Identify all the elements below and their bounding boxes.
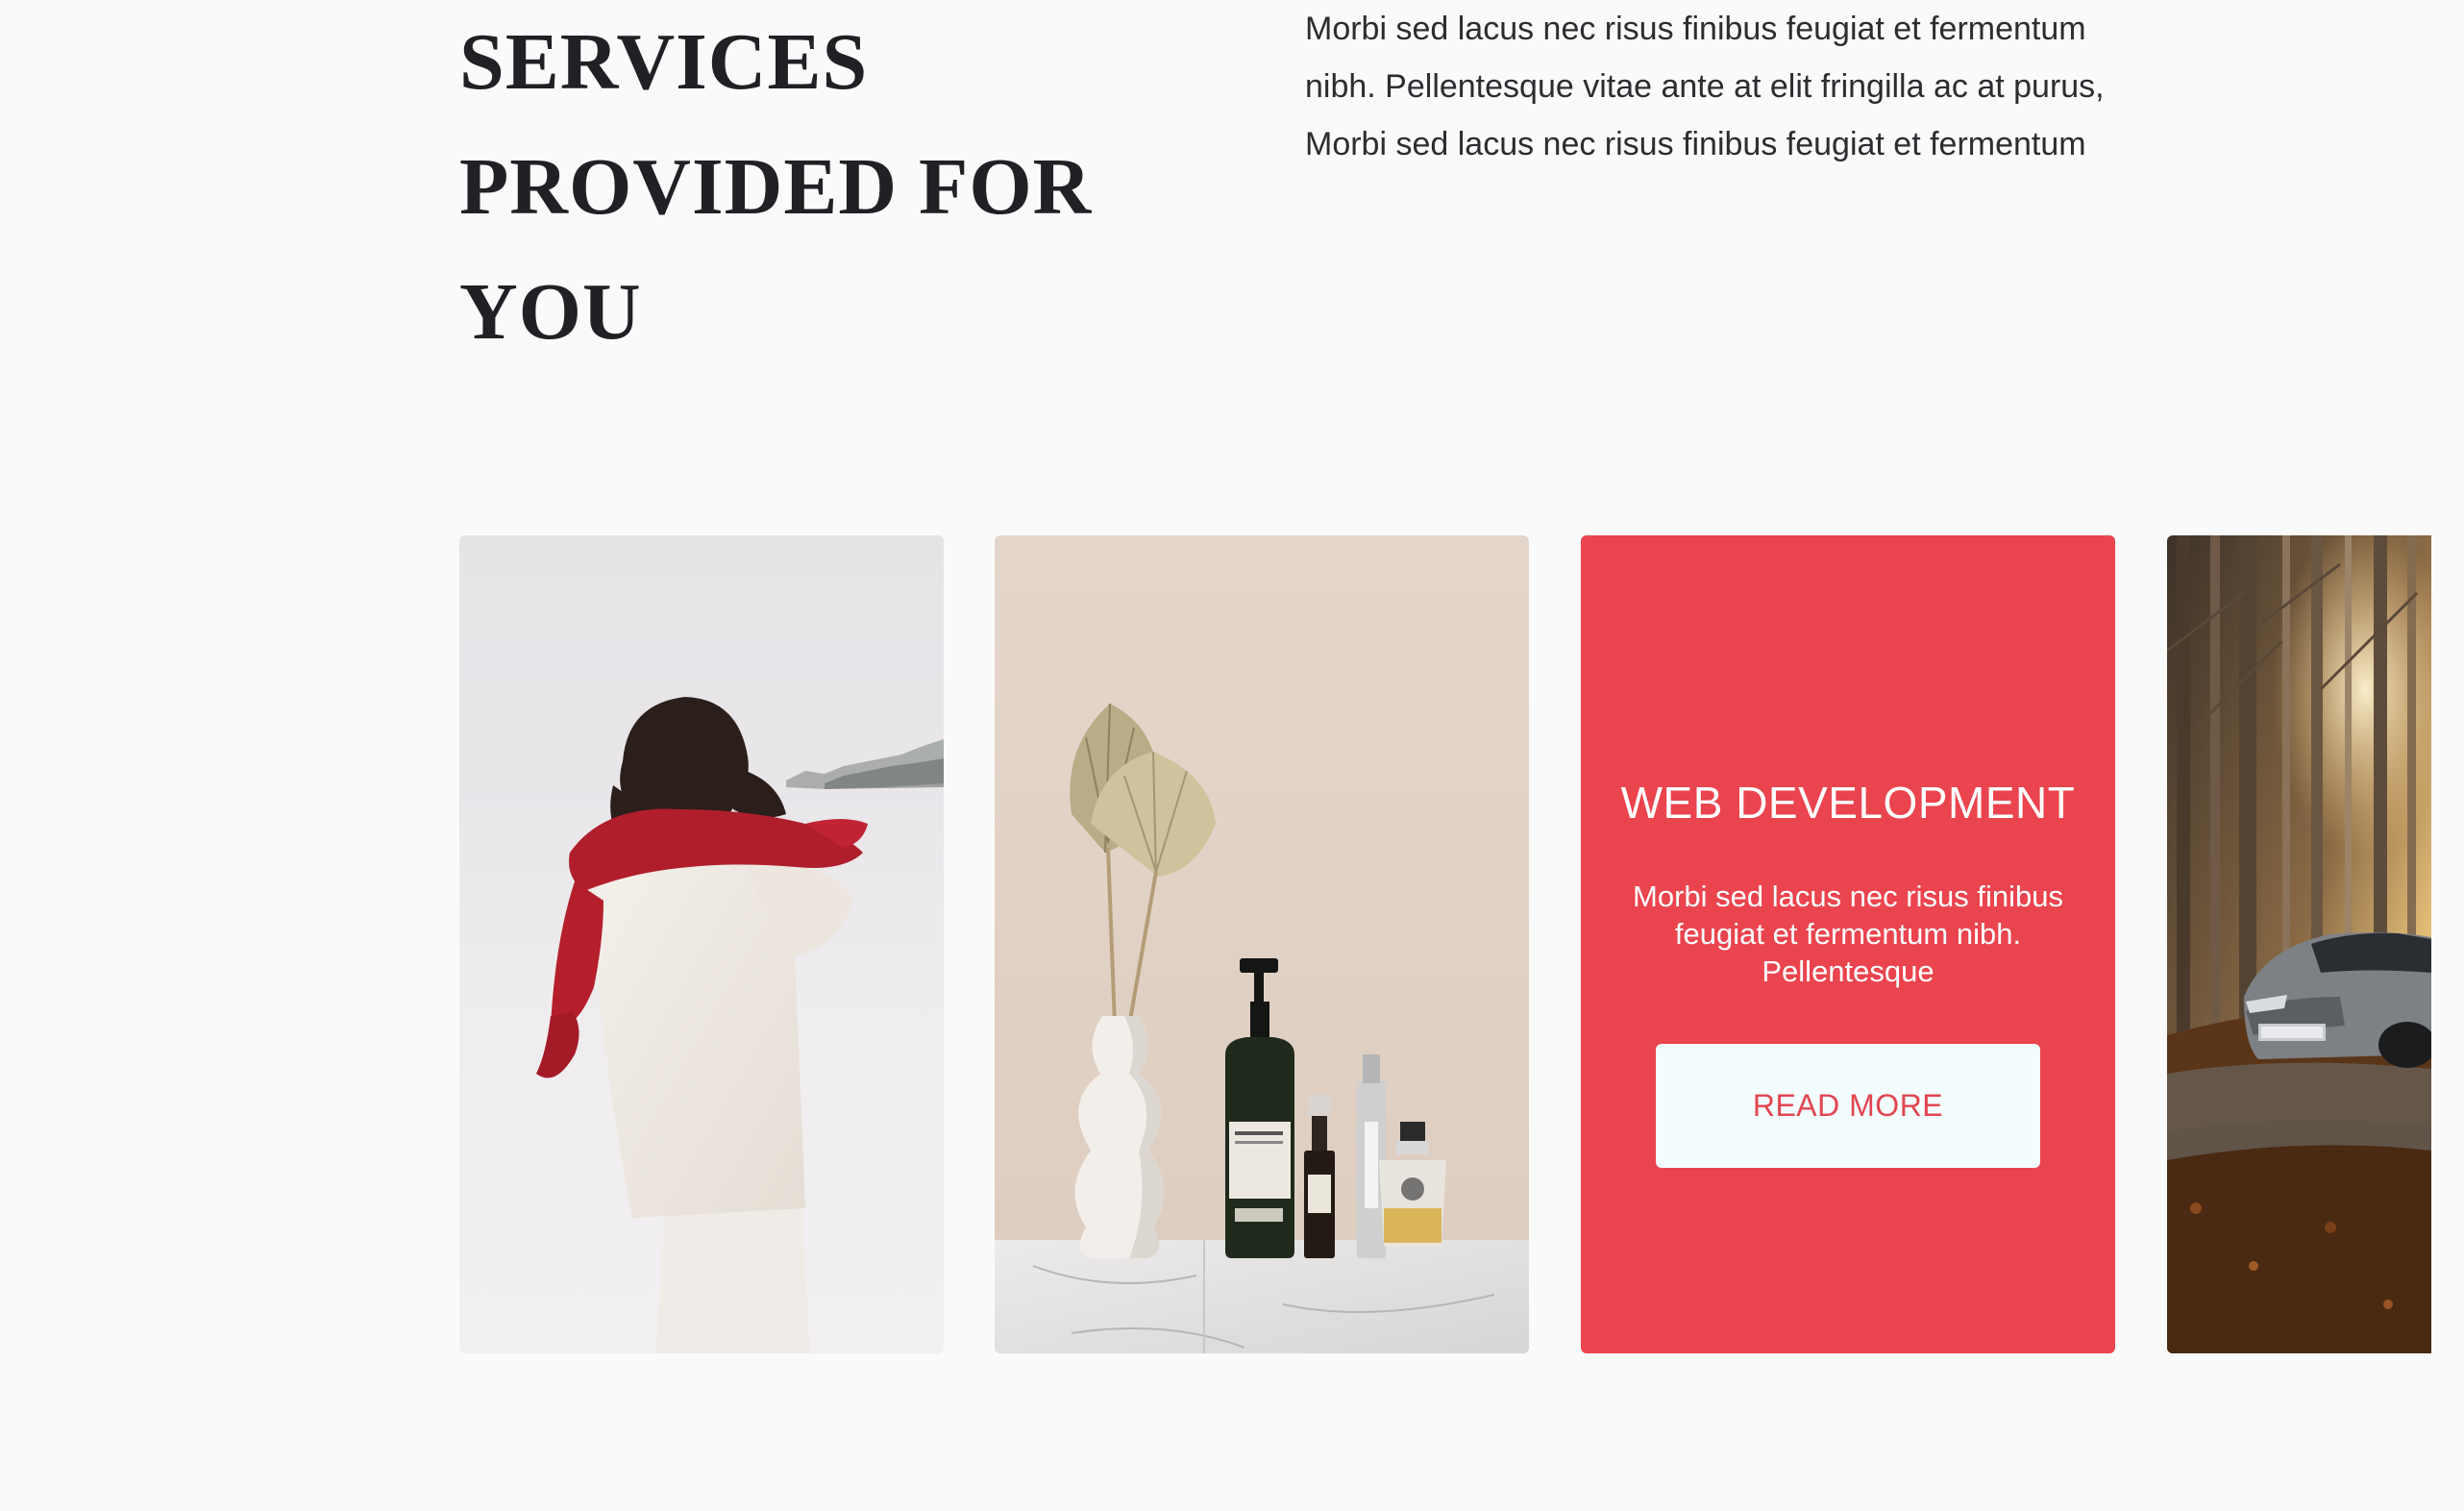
car-forest-photo — [2167, 535, 2431, 1353]
service-card-web-development: WEB DEVELOPMENT Morbi sed lacus nec risu… — [1581, 535, 2115, 1353]
section-title-line: YOU — [459, 267, 642, 357]
service-card-heading: WEB DEVELOPMENT — [1620, 778, 2076, 828]
section-intro-text: Morbi sed lacus nec risus finibus feugia… — [1305, 11, 2105, 162]
section-title: SERVICES PROVIDED FOR YOU — [459, 0, 1132, 375]
service-card-description: Morbi sed lacus nec risus finibus feugia… — [1633, 879, 2063, 988]
winter-photo — [459, 535, 944, 1353]
read-more-button[interactable]: READ MORE — [1656, 1044, 2040, 1168]
service-card-winter-image[interactable] — [459, 535, 944, 1353]
section-title-line: PROVIDED FOR — [459, 142, 1093, 232]
services-section: SERVICES PROVIDED FOR YOU Morbi sed lacu… — [0, 0, 2464, 1511]
section-title-line: SERVICES — [459, 17, 869, 107]
service-card-car-image[interactable] — [2167, 535, 2431, 1353]
service-card-content: WEB DEVELOPMENT Morbi sed lacus nec risu… — [1581, 776, 2115, 1168]
still-life-photo — [995, 535, 1529, 1353]
service-card-still-life-image[interactable] — [995, 535, 1529, 1353]
